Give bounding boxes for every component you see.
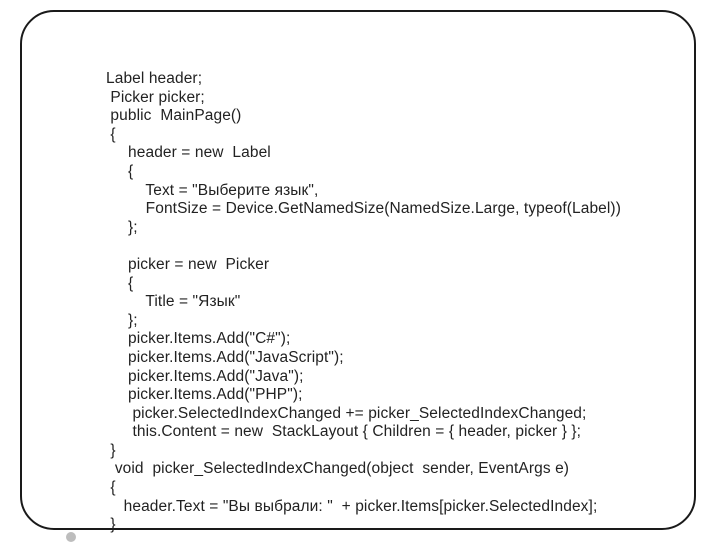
bullet-dot	[66, 532, 76, 542]
slide-frame: Label header; Picker picker; public Main…	[20, 10, 696, 530]
code-block: Label header; Picker picker; public Main…	[106, 70, 621, 535]
